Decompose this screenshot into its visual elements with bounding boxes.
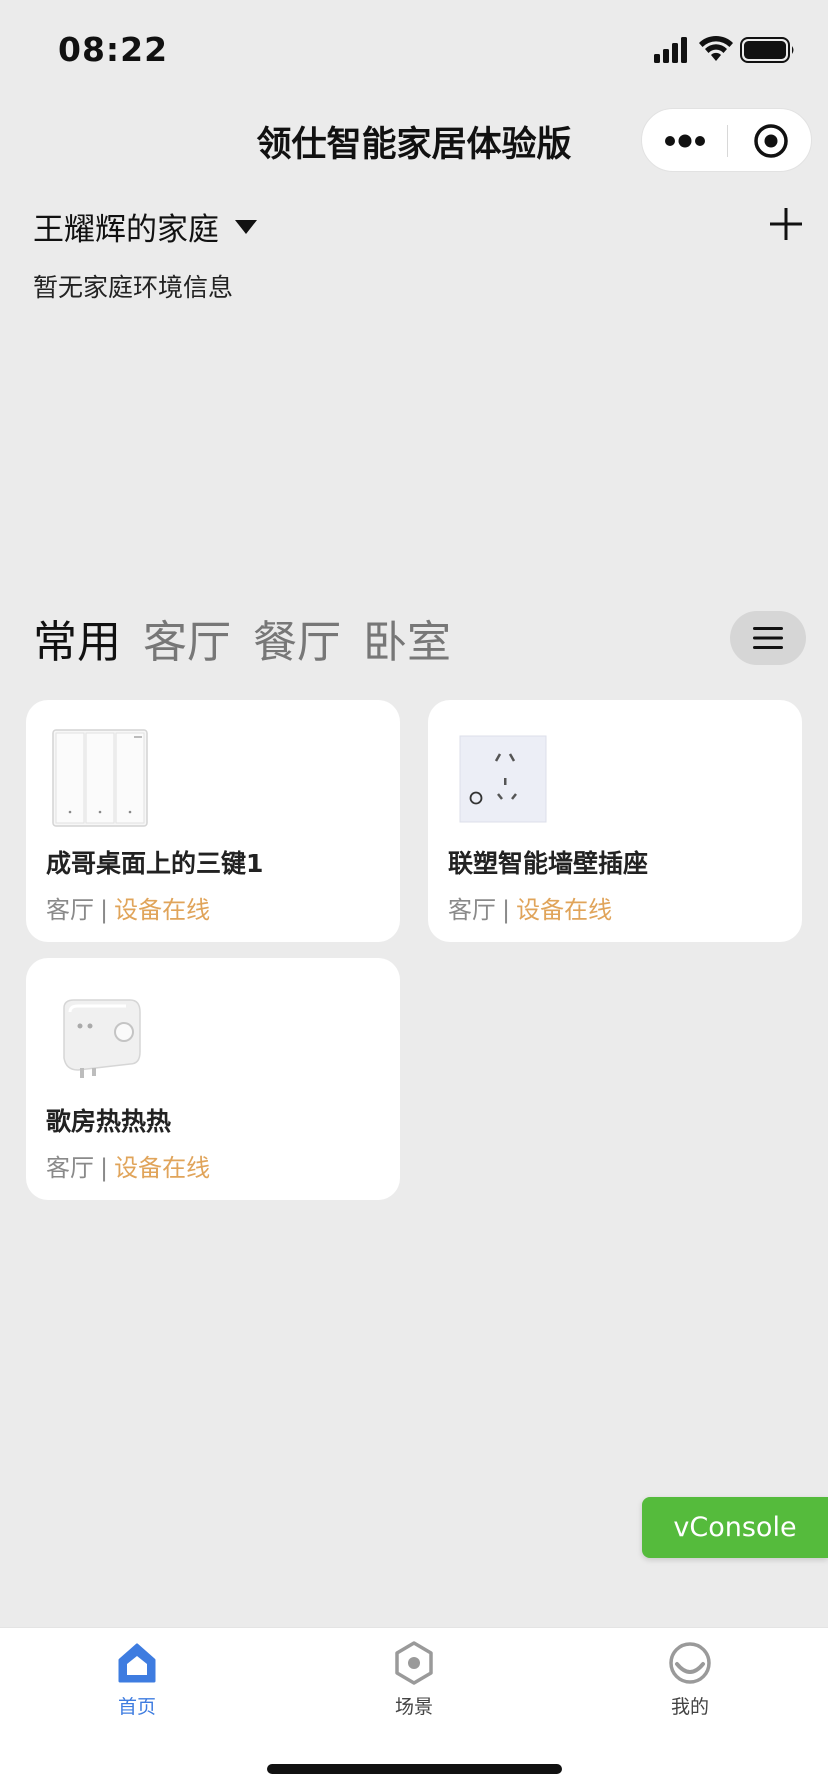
tabbar-item-home[interactable]: 首页 (77, 1640, 197, 1719)
home-name: 王耀辉的家庭 (33, 212, 219, 248)
miniprogram-capsule (641, 108, 812, 172)
caret-down-icon (235, 219, 257, 234)
battery-icon (740, 37, 794, 63)
tabbar-label: 首页 (117, 1696, 156, 1718)
device-card[interactable]: 歌房热热热 客厅 | 设备在线 (26, 958, 400, 1200)
tab-dining-room[interactable]: 餐厅 (253, 606, 341, 670)
room-tabs: 常用 客厅 餐厅 卧室 (33, 606, 473, 670)
device-meta: 客厅 | 设备在线 (46, 1148, 210, 1183)
device-status: 设备在线 (516, 896, 613, 924)
target-circle-icon (753, 124, 788, 158)
tabbar-label: 我的 (670, 1696, 709, 1718)
device-status: 设备在线 (114, 896, 211, 924)
wifi-icon (699, 35, 733, 61)
wall-socket-image (459, 735, 547, 823)
profile-icon (669, 1642, 711, 1684)
device-card[interactable]: 联塑智能墙壁插座 客厅 | 设备在线 (428, 700, 802, 942)
more-dots-icon (664, 134, 705, 148)
hamburger-menu-icon (753, 627, 783, 649)
status-bar: 08:22 (0, 0, 828, 100)
status-time: 08:22 (58, 30, 169, 69)
device-name: 成哥桌面上的三键1 (46, 849, 264, 878)
home-indicator (267, 1764, 562, 1774)
home-selector[interactable]: 王耀辉的家庭 (33, 204, 257, 249)
tab-common[interactable]: 常用 (33, 606, 121, 670)
device-name: 歌房热热热 (46, 1107, 172, 1136)
scene-icon (395, 1641, 433, 1685)
smart-plug-image (63, 999, 141, 1078)
room-menu-button[interactable] (730, 611, 806, 665)
device-room: 客厅 (46, 896, 94, 924)
cellular-signal-icon (654, 37, 687, 63)
device-room: 客厅 (46, 1154, 94, 1182)
tabbar-label: 场景 (394, 1696, 433, 1718)
tabbar-item-scene[interactable]: 场景 (354, 1640, 474, 1719)
tab-bedroom[interactable]: 卧室 (363, 606, 451, 670)
add-icon[interactable] (768, 206, 804, 242)
meta-separator: | (100, 1154, 109, 1182)
screen: 08:22 领仕智能家居体验版 王耀辉的家庭 暂无家庭环境信息 常用 客厅 餐厅… (0, 0, 828, 1792)
close-miniprogram-button[interactable] (728, 109, 813, 173)
three-key-switch-image (52, 729, 148, 827)
device-room: 客厅 (448, 896, 496, 924)
device-card[interactable]: 成哥桌面上的三键1 客厅 | 设备在线 (26, 700, 400, 942)
environment-info: 暂无家庭环境信息 (33, 273, 234, 302)
device-meta: 客厅 | 设备在线 (46, 890, 210, 925)
more-button[interactable] (642, 109, 727, 173)
device-name: 联塑智能墙壁插座 (448, 849, 649, 878)
tabbar-item-profile[interactable]: 我的 (630, 1640, 750, 1719)
meta-separator: | (100, 896, 109, 924)
home-icon (118, 1643, 156, 1683)
device-meta: 客厅 | 设备在线 (448, 890, 612, 925)
vconsole-button[interactable]: vConsole (642, 1497, 828, 1558)
device-status: 设备在线 (114, 1154, 211, 1182)
tab-living-room[interactable]: 客厅 (143, 606, 231, 670)
meta-separator: | (502, 896, 511, 924)
